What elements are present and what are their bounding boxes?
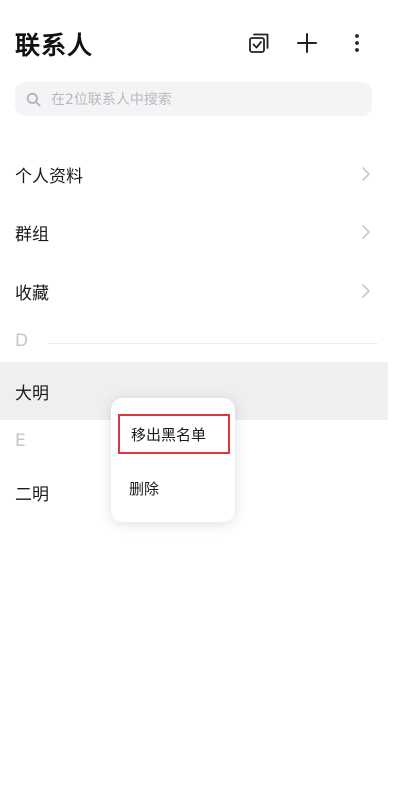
chevron-right-icon <box>362 167 370 181</box>
app-header: 联系人 <box>0 0 400 80</box>
row-profile-label: 个人资料 <box>15 166 83 187</box>
row-favorites-label: 收藏 <box>15 283 49 304</box>
chevron-right-icon <box>362 225 370 239</box>
chevron-right-icon <box>362 284 370 298</box>
plus-icon[interactable] <box>292 28 322 58</box>
row-favorites[interactable]: 收藏 <box>0 262 388 320</box>
context-menu: 移出黑名单 删除 <box>111 398 235 522</box>
contact-name: 大明 <box>15 383 49 404</box>
row-groups-label: 群组 <box>15 224 49 245</box>
section-divider <box>48 343 378 344</box>
page-title: 联系人 <box>15 31 94 60</box>
search-icon <box>26 91 42 107</box>
contact-name: 二明 <box>15 484 49 505</box>
section-header-d: D <box>15 331 29 351</box>
search-placeholder: 在2位联系人中搜索 <box>51 92 172 108</box>
row-profile[interactable]: 个人资料 <box>0 145 388 203</box>
more-vertical-icon[interactable] <box>342 28 372 58</box>
remove-from-blacklist-menu-item[interactable]: 移出黑名单 <box>118 414 230 454</box>
multi-select-icon[interactable] <box>244 28 274 58</box>
search-input[interactable]: 在2位联系人中搜索 <box>15 82 372 116</box>
section-header-e: E <box>15 431 26 451</box>
delete-menu-item[interactable]: 删除 <box>118 468 230 508</box>
row-groups[interactable]: 群组 <box>0 203 388 261</box>
